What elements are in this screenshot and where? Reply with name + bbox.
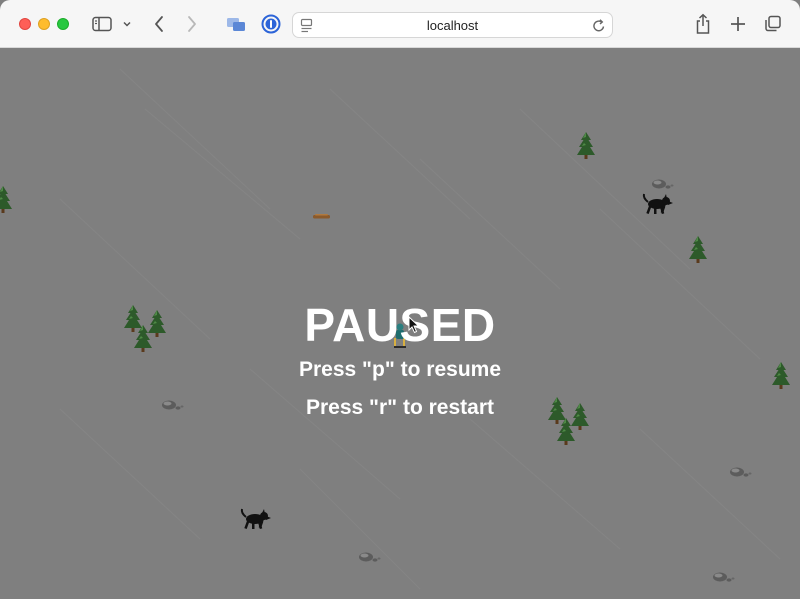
back-button[interactable] bbox=[150, 12, 168, 36]
minimize-window-button[interactable] bbox=[38, 18, 50, 30]
ski-slope bbox=[0, 68, 790, 590]
tree-obstacle bbox=[0, 186, 12, 213]
close-window-button[interactable] bbox=[19, 18, 31, 30]
windows-icon bbox=[227, 18, 245, 31]
rock-obstacle bbox=[359, 552, 381, 562]
tree-obstacle bbox=[571, 403, 589, 430]
tree-obstacle bbox=[134, 325, 152, 352]
plus-icon bbox=[731, 17, 745, 31]
forward-button[interactable] bbox=[183, 12, 201, 36]
chevron-left-icon bbox=[155, 16, 163, 32]
chevron-down-icon bbox=[123, 21, 131, 27]
reload-icon[interactable] bbox=[592, 18, 606, 34]
browser-toolbar: localhost bbox=[0, 0, 800, 48]
share-icon bbox=[696, 13, 710, 34]
password-manager-icon bbox=[261, 14, 281, 34]
share-button[interactable] bbox=[692, 12, 714, 36]
rock-obstacle bbox=[162, 400, 184, 410]
tabs-icon bbox=[765, 15, 781, 32]
log-jump bbox=[313, 214, 330, 219]
url-text[interactable]: localhost bbox=[293, 18, 612, 33]
rock-obstacle bbox=[730, 467, 752, 477]
rock-obstacle bbox=[713, 572, 735, 582]
tab-overview-button[interactable] bbox=[762, 12, 784, 36]
sidebar-icon bbox=[92, 16, 112, 32]
tree-obstacle bbox=[548, 397, 566, 424]
mouse-cursor-icon bbox=[408, 316, 420, 334]
tree-obstacle bbox=[689, 236, 707, 263]
sidebar-toggle-button[interactable] bbox=[90, 12, 114, 36]
tab-overview-extension-button[interactable] bbox=[225, 12, 247, 36]
tree-obstacle bbox=[148, 310, 166, 337]
chevron-right-icon bbox=[188, 16, 196, 32]
dog-sprite bbox=[642, 193, 674, 216]
password-manager-extension-button[interactable] bbox=[260, 12, 282, 36]
rock-obstacle bbox=[652, 179, 674, 189]
dog-sprite bbox=[240, 508, 272, 531]
game-canvas[interactable]: PAUSED Press "p" to resume Press "r" to … bbox=[0, 49, 800, 599]
sidebar-menu-chevron-button[interactable] bbox=[120, 12, 134, 36]
tree-obstacle bbox=[577, 132, 595, 159]
new-tab-button[interactable] bbox=[727, 12, 749, 36]
address-bar[interactable]: localhost bbox=[292, 12, 613, 38]
tree-obstacle bbox=[772, 362, 790, 389]
tree-obstacle bbox=[557, 418, 575, 445]
tree-obstacle bbox=[124, 305, 142, 332]
zoom-window-button[interactable] bbox=[57, 18, 69, 30]
skier-player bbox=[394, 323, 406, 348]
